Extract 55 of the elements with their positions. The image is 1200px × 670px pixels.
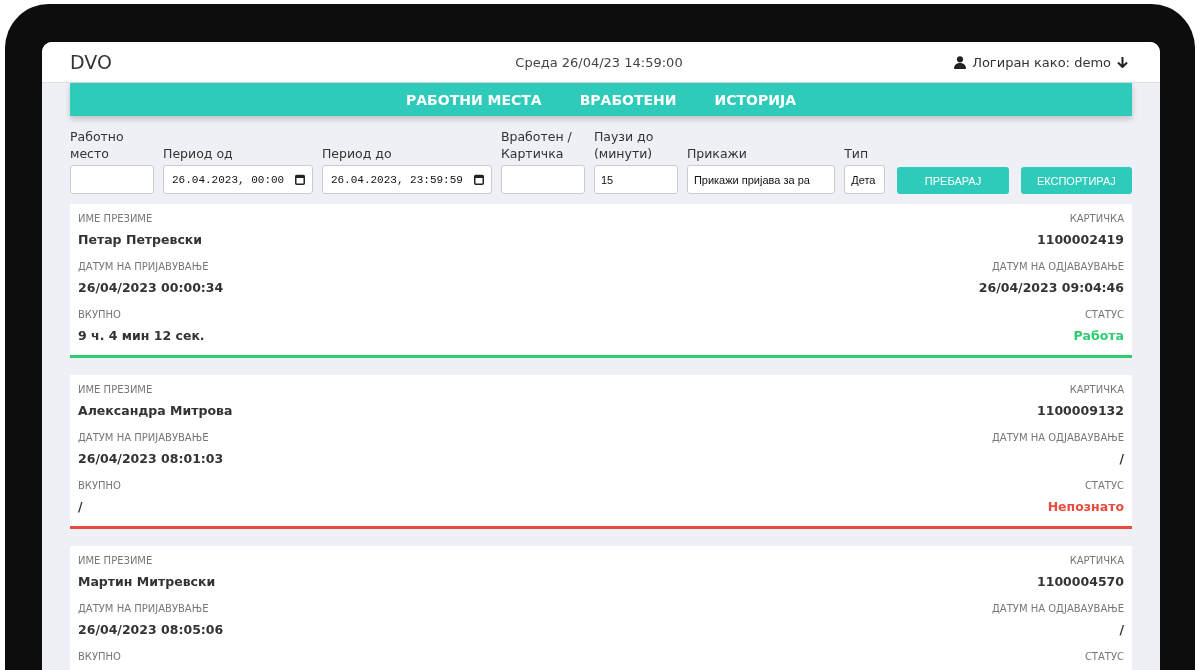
field-value: 1100004570: [1037, 573, 1124, 591]
field-value: Мартин Митревски: [78, 573, 217, 591]
field-value: 1100002419: [1037, 231, 1124, 249]
field-label: ДАТУМ НА ПРИЈАВУВАЊЕ: [78, 431, 210, 445]
input-field[interactable]: [500, 165, 585, 194]
field-label: ВКУПНО: [78, 308, 122, 322]
status-text: Работа: [1073, 327, 1124, 345]
field-value: 26/04/2023 00:00:34: [78, 279, 225, 297]
input-field[interactable]: 15: [593, 165, 678, 194]
logged-in-user[interactable]: Логиран како: demo: [972, 54, 1111, 70]
field-label: Период до: [321, 145, 393, 162]
calendar-icon[interactable]: [473, 174, 484, 185]
field-label: ИМЕ ПРЕЗИМЕ: [78, 383, 154, 397]
field-label: Работно место: [70, 128, 125, 162]
field-value: /: [1119, 450, 1124, 468]
field-value: 26/04/2023 08:01:03: [78, 450, 225, 468]
arrow-down-icon[interactable]: [1117, 56, 1128, 68]
field-label: КАРТИЧКА: [1069, 554, 1124, 568]
field-value: 1100009132: [1037, 402, 1124, 420]
current-datetime: Среда 26/04/23 14:59:00: [514, 54, 684, 70]
field-label: ДАТУМ НА ОДЈАВАУВАЊЕ: [992, 431, 1124, 445]
field-label: КАРТИЧКА: [1069, 383, 1124, 397]
field-value: 9 ч. 4 мин 12 сек.: [78, 327, 206, 345]
field-label: Паузи до (минути): [593, 128, 655, 162]
input-field[interactable]: [70, 165, 154, 194]
field-label: Период од: [163, 145, 234, 162]
app-logo: DVO: [70, 51, 113, 73]
field-value: 26/04/2023 09:04:46: [978, 279, 1124, 297]
calendar-icon[interactable]: [294, 174, 305, 185]
field-label: ДАТУМ НА ОДЈАВАУВАЊЕ: [992, 602, 1124, 616]
field-label: Тип: [844, 145, 870, 162]
select-field[interactable]: Прикажи пријава за ра: [686, 165, 836, 194]
select-field[interactable]: Дета: [844, 165, 886, 194]
field-value: /: [1119, 621, 1124, 639]
date-field[interactable]: 26.04.2023, 23:59:59: [321, 165, 492, 194]
field-value: Александра Митрова: [78, 402, 234, 420]
field-label: СТАТУС: [1084, 479, 1124, 493]
field-value: /: [78, 498, 84, 516]
field-label: КАРТИЧКА: [1069, 212, 1124, 226]
field-label: ВКУПНО: [78, 650, 122, 664]
field-label: ИМЕ ПРЕЗИМЕ: [78, 212, 154, 226]
status-text: Непознато: [1047, 498, 1124, 516]
field-label: Прикажи: [686, 145, 748, 162]
field-label: ДАТУМ НА ОДЈАВАУВАЊЕ: [992, 260, 1124, 274]
date-field[interactable]: 26.04.2023, 00:00: [163, 165, 313, 194]
field-label: ИМЕ ПРЕЗИМЕ: [78, 554, 154, 568]
user-icon: [954, 55, 967, 69]
field-label: СТАТУС: [1084, 308, 1124, 322]
field-label: Вработен / Картичка: [500, 128, 573, 162]
field-value: Петар Петревски: [78, 231, 204, 249]
field-value: 26/04/2023 08:05:06: [78, 621, 225, 639]
field-label: СТАТУС: [1084, 650, 1124, 664]
field-label: ДАТУМ НА ПРИЈАВУВАЊЕ: [78, 260, 210, 274]
field-label: ДАТУМ НА ПРИЈАВУВАЊЕ: [78, 602, 210, 616]
field-label: ВКУПНО: [78, 479, 122, 493]
